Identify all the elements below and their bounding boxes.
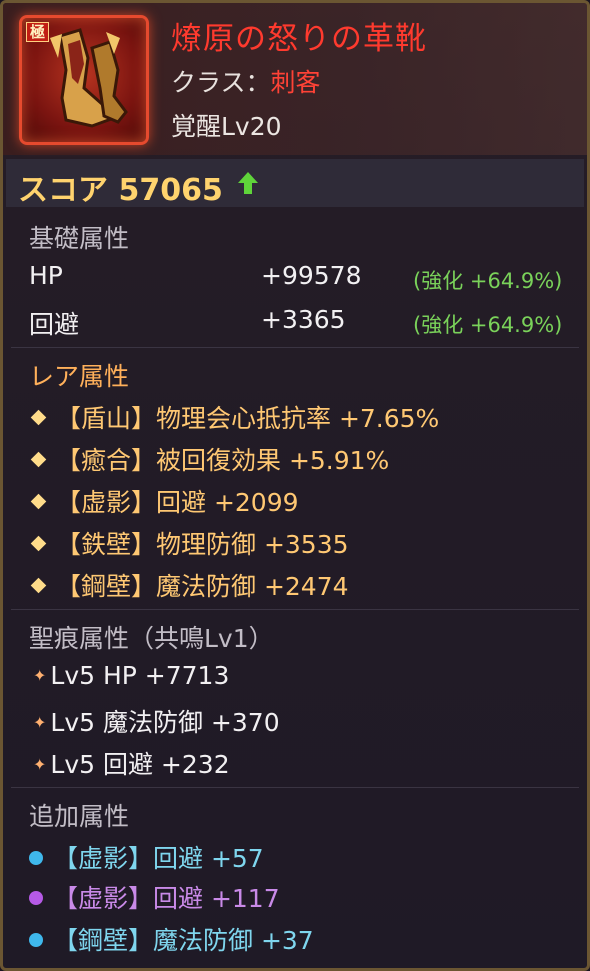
- base-attr-name: HP: [29, 261, 63, 290]
- sparkle-icon: ✦: [33, 713, 47, 732]
- base-attr-value: +99578: [261, 261, 362, 290]
- section-divider: [11, 787, 579, 788]
- extra-attr-row: 【虚影】回避 +117: [29, 879, 280, 915]
- extra-attr-text: 【虚影】回避 +57: [53, 844, 264, 873]
- item-name: 燎原の怒りの革靴: [171, 21, 427, 57]
- boots-icon: [50, 28, 128, 128]
- rare-attr-text: 【鉄壁】物理防御 +3535: [56, 530, 349, 559]
- diamond-bullet-icon: [30, 577, 47, 594]
- seikon-attr-title: 聖痕属性（共鳴Lv1）: [29, 624, 274, 653]
- seikon-attr-text: Lv5 HP +7713: [50, 661, 230, 690]
- rare-attr-text: 【虚影】回避 +2099: [56, 488, 299, 517]
- rare-attr-text: 【癒合】被回復効果 +5.91%: [56, 446, 390, 475]
- rare-attr-text: 【盾山】物理会心抵抗率 +7.65%: [56, 404, 440, 433]
- section-divider: [11, 347, 579, 348]
- diamond-bullet-icon: [30, 493, 47, 510]
- item-header: 極 燎原の怒りの革靴 クラス：刺客 覚醒Lv20: [3, 3, 587, 155]
- base-attr-title: 基礎属性: [29, 224, 130, 253]
- seikon-attr-text: Lv5 魔法防御 +370: [50, 708, 280, 737]
- sparkle-icon: ✦: [33, 666, 47, 685]
- extra-attr-text: 【鋼壁】魔法防御 +37: [53, 926, 314, 955]
- rare-attr-row: 【鉄壁】物理防御 +3535: [27, 525, 349, 561]
- extra-attr-title: 追加属性: [29, 802, 130, 831]
- class-label: クラス：: [171, 68, 271, 97]
- rare-attr-row: 【癒合】被回復効果 +5.91%: [27, 441, 389, 477]
- rare-attr-row: 【虚影】回避 +2099: [27, 483, 299, 519]
- rare-attr-row: 【鋼壁】魔法防御 +2474: [27, 567, 349, 603]
- score-value: スコア 57065: [18, 173, 223, 208]
- rare-attr-text: 【鋼壁】魔法防御 +2474: [56, 572, 349, 601]
- up-arrow-icon: [238, 172, 258, 194]
- diamond-bullet-icon: [30, 451, 47, 468]
- seikon-attr-row: ✦ Lv5 HP +7713: [33, 661, 229, 690]
- base-attr-bonus: (強化 +64.9%): [413, 269, 563, 293]
- extra-attr-row: 【鋼壁】魔法防御 +37: [29, 921, 314, 957]
- item-tooltip-panel: 極 燎原の怒りの革靴 クラス：刺客 覚醒Lv20 スコア 57065 基礎属性 …: [0, 0, 590, 971]
- diamond-bullet-icon: [30, 535, 47, 552]
- seikon-attr-text: Lv5 回避 +232: [50, 750, 230, 779]
- blue-dot-icon: [29, 851, 43, 865]
- blue-dot-icon: [29, 933, 43, 947]
- class-value: 刺客: [270, 68, 321, 97]
- purple-dot-icon: [29, 891, 43, 905]
- score-bar: スコア 57065: [6, 159, 584, 208]
- item-icon-frame[interactable]: 極: [19, 15, 149, 145]
- base-attr-name: 回避: [29, 310, 80, 339]
- diamond-bullet-icon: [30, 409, 47, 426]
- extra-attr-text: 【虚影】回避 +117: [53, 884, 280, 913]
- awakening-level: 覚醒Lv20: [171, 112, 282, 141]
- extra-attr-row: 【虚影】回避 +57: [29, 839, 264, 875]
- seikon-attr-row: ✦ Lv5 回避 +232: [33, 745, 230, 781]
- base-attr-bonus: (強化 +64.9%): [413, 313, 563, 337]
- rare-attr-title: レア属性: [29, 362, 130, 391]
- sparkle-icon: ✦: [33, 755, 47, 774]
- class-row: クラス：刺客: [171, 63, 321, 99]
- seikon-attr-row: ✦ Lv5 魔法防御 +370: [33, 703, 280, 739]
- rare-attr-row: 【盾山】物理会心抵抗率 +7.65%: [27, 399, 439, 435]
- base-attr-value: +3365: [261, 305, 346, 334]
- section-divider: [11, 609, 579, 610]
